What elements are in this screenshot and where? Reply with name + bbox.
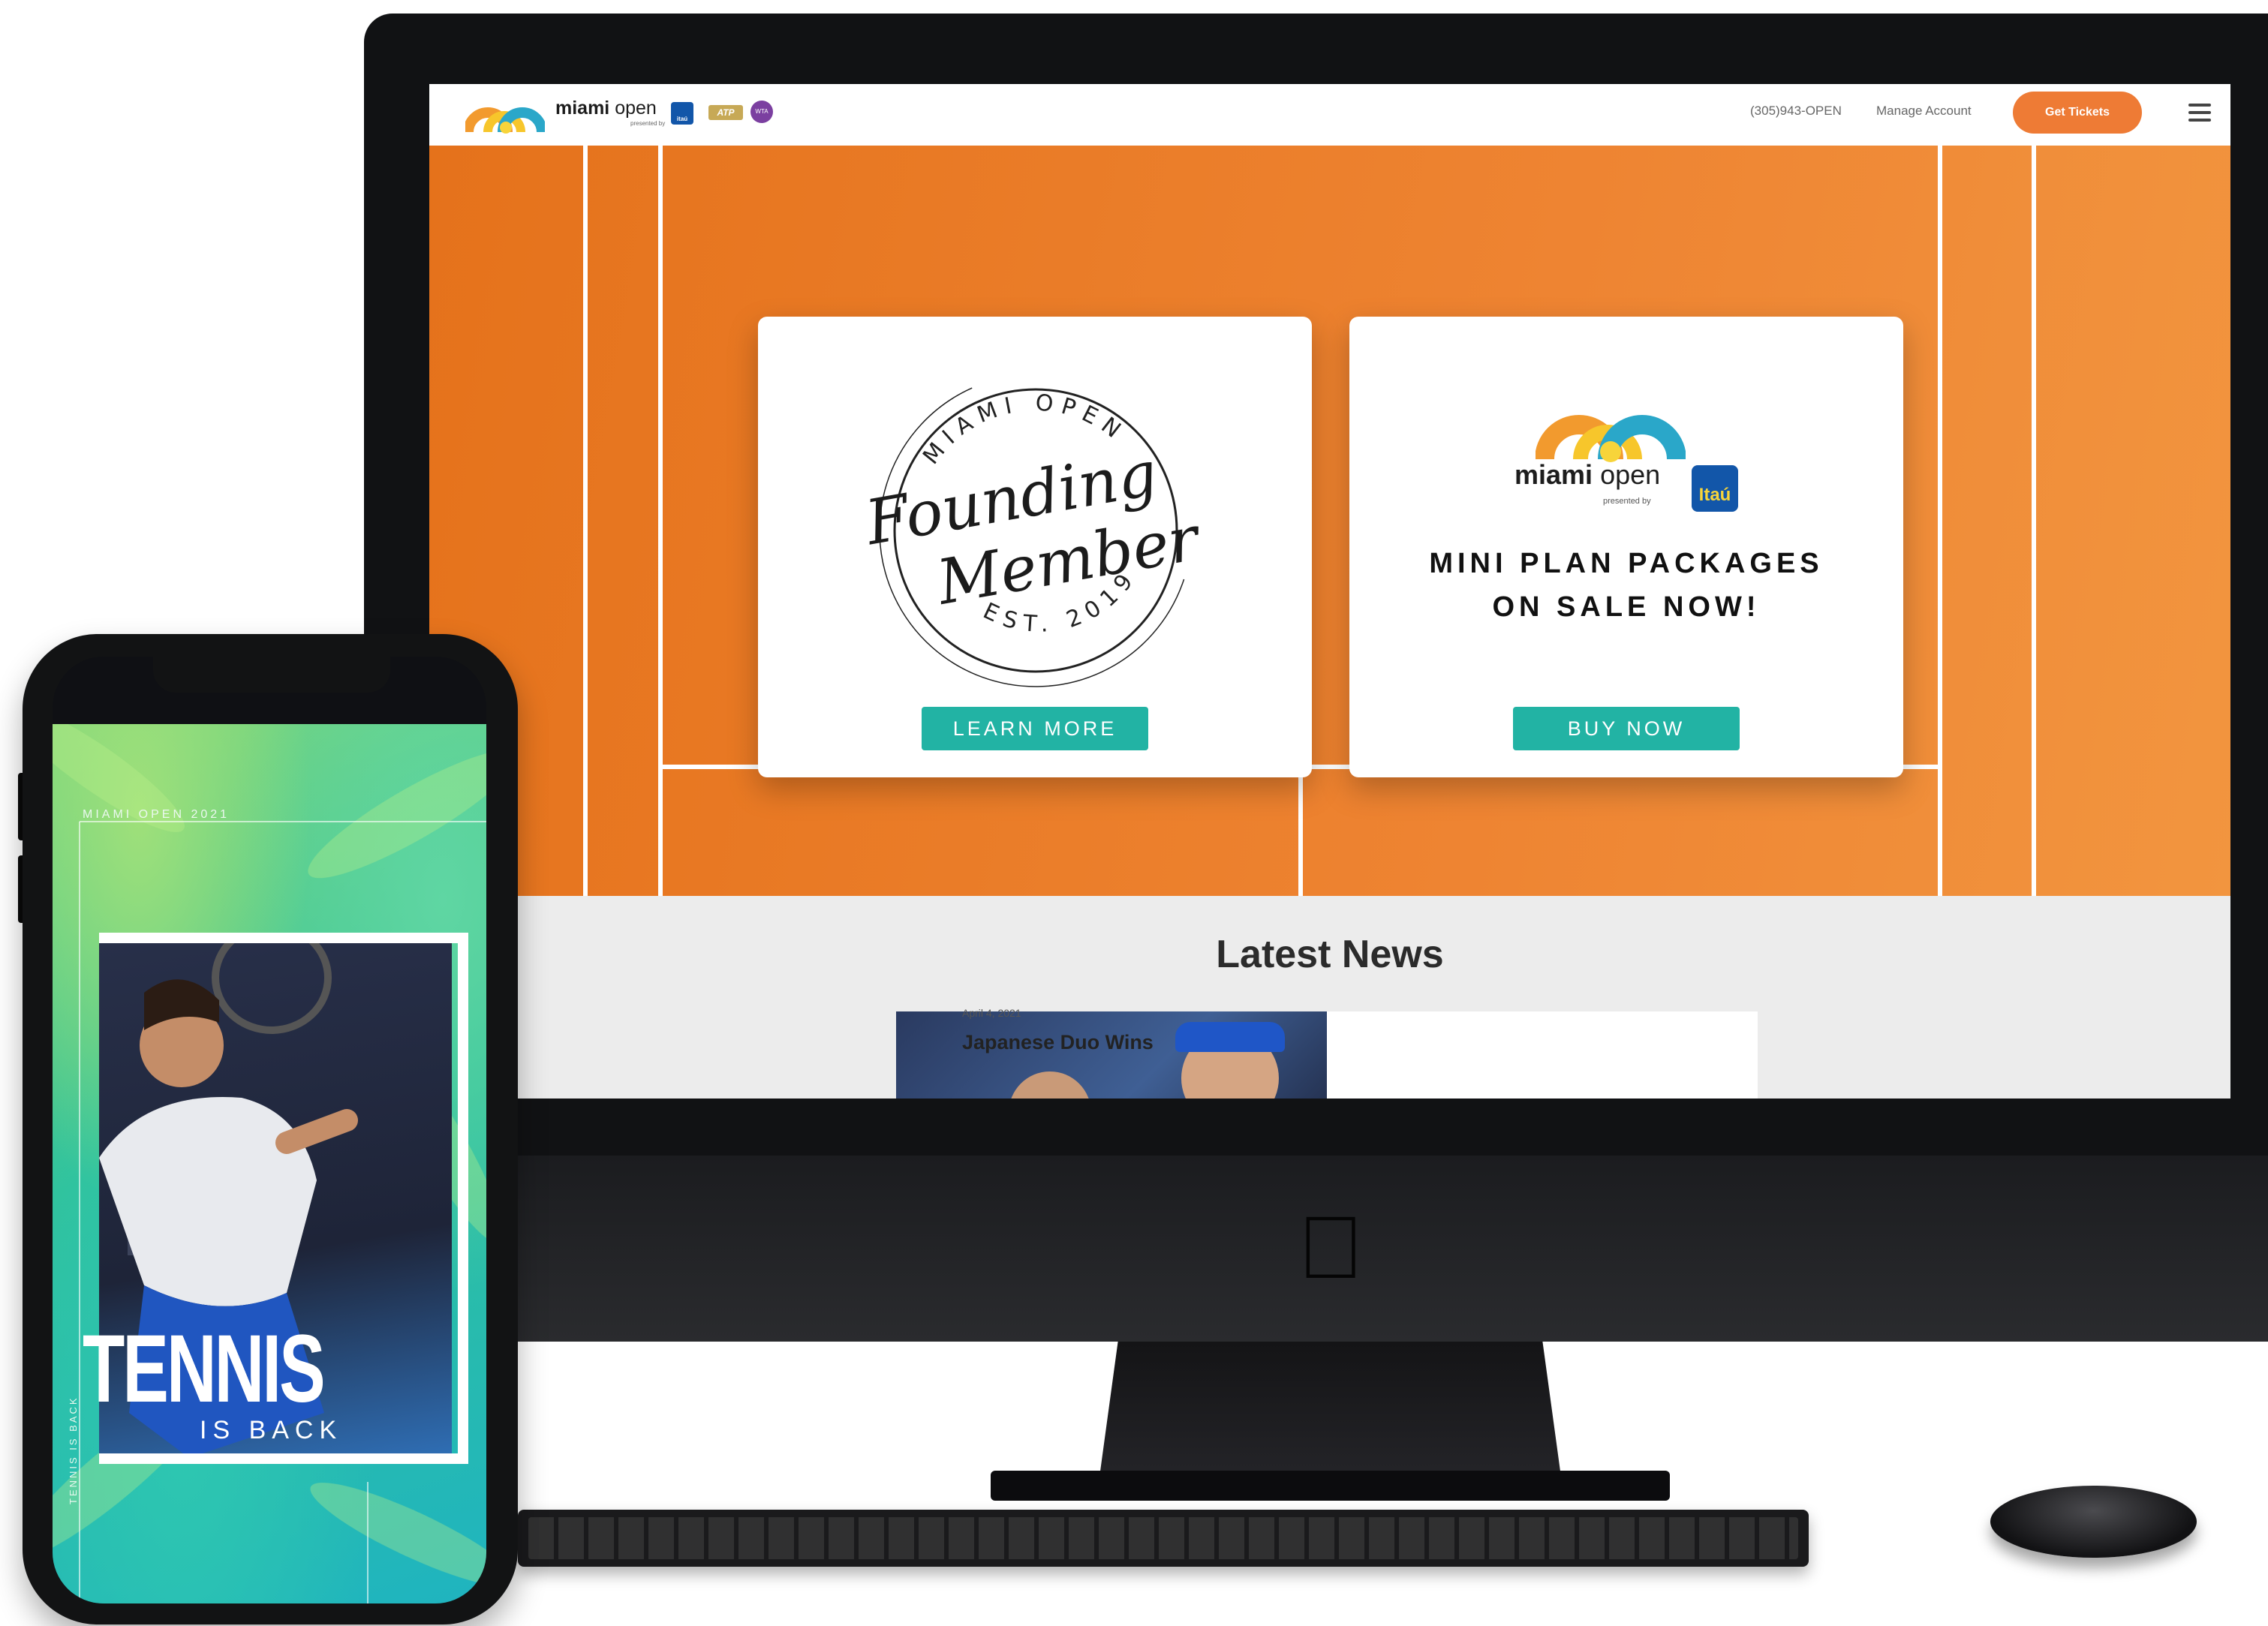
phone-number-link[interactable]: (305)943-OPEN: [1750, 104, 1842, 119]
founding-member-seal: MIAMI OPEN EST. 2019 Founding Member: [859, 374, 1207, 687]
hamburger-menu-icon[interactable]: [2188, 104, 2211, 123]
miami-open-logo-icon[interactable]: [465, 93, 545, 135]
news-date: April 4, 2021: [962, 1007, 1021, 1019]
imac-screen: miami open presented by itaú ATP WTA (30…: [429, 84, 2230, 1099]
news-photo[interactable]: [896, 1011, 1327, 1099]
presented-by-label: presented by: [630, 120, 666, 127]
court-line: [1298, 765, 1303, 896]
atp-logo: ATP: [708, 105, 743, 120]
site-header: miami open presented by itaú ATP WTA (30…: [429, 84, 2230, 146]
get-tickets-button[interactable]: Get Tickets: [2013, 92, 2142, 134]
apple-logo-icon: : [1289, 1201, 1372, 1295]
news-headline[interactable]: Japanese Duo Wins: [962, 1031, 1154, 1054]
imac-stand-foot: [991, 1471, 1670, 1501]
court-line: [658, 146, 663, 896]
keyboard: [518, 1510, 1809, 1567]
poster-kicker: MIAMI OPEN 2021: [83, 808, 230, 821]
hero-court-banner: MIAMI OPEN EST. 2019 Founding Member LEA…: [429, 146, 2230, 896]
buy-now-button[interactable]: BUY NOW: [1513, 707, 1740, 750]
latest-news-section: Latest News April 4, 2021 Japanese Duo W…: [429, 903, 2230, 1099]
mini-plan-headline: MINI PLAN PACKAGES ON SALE NOW!: [1429, 548, 1824, 623]
itau-logo: Itaú: [1692, 465, 1738, 512]
court-line: [583, 146, 588, 896]
learn-more-button[interactable]: LEARN MORE: [922, 707, 1148, 750]
iphone-screen: MIAMI OPEN 2021 PE TENNIS IS BACK TENNIS…: [53, 657, 486, 1603]
court-line: [1938, 146, 1942, 896]
news-card[interactable]: [896, 1011, 1758, 1099]
manage-account-link[interactable]: Manage Account: [1876, 104, 1972, 119]
tennis-is-back-poster: MIAMI OPEN 2021 PE TENNIS IS BACK TENNIS…: [53, 724, 486, 1603]
player-photo: [1009, 1071, 1091, 1099]
latest-news-title: Latest News: [1216, 933, 1444, 976]
court-line: [2032, 146, 2036, 896]
wta-logo: WTA: [750, 101, 773, 123]
phone-notch: [153, 657, 390, 693]
miami-open-itau-logo: miami open presented by Itaú: [1515, 392, 1740, 519]
mouse: [1990, 1486, 2197, 1558]
mini-presented-by: presented by: [1603, 497, 1651, 506]
visor: [1175, 1022, 1285, 1052]
itau-logo: itaú: [671, 102, 693, 125]
poster-title: TENNIS: [83, 1315, 326, 1423]
imac-stand: [1099, 1342, 1561, 1477]
mini-plan-card: miami open presented by Itaú MINI PLAN P…: [1349, 317, 1903, 777]
brand-name[interactable]: miami open: [555, 98, 657, 119]
poster-side-text: TENNIS IS BACK: [68, 1396, 79, 1504]
founding-member-card: MIAMI OPEN EST. 2019 Founding Member LEA…: [758, 317, 1312, 777]
poster-subtitle: IS BACK: [200, 1416, 343, 1444]
miami-open-rainbow-icon: [1536, 415, 1686, 462]
mini-brand-name: miami open: [1515, 459, 1661, 490]
